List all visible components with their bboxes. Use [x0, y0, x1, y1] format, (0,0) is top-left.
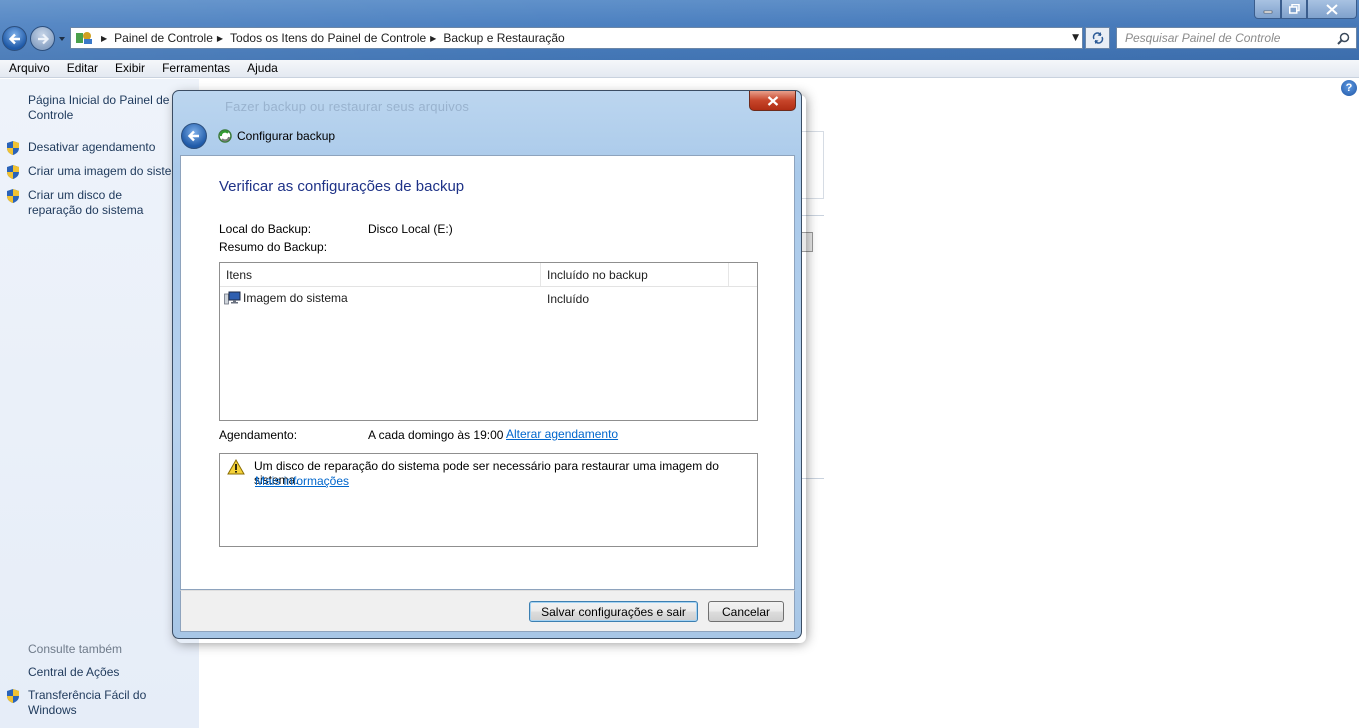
backup-location-value: Disco Local (E:)	[368, 222, 453, 236]
backup-location-label: Local do Backup:	[219, 222, 312, 236]
change-schedule-link[interactable]: Alterar agendamento	[506, 427, 618, 441]
backup-summary-label: Resumo do Backup:	[219, 240, 328, 254]
minimize-button[interactable]	[1254, 0, 1281, 19]
recent-pages-dropdown-icon[interactable]	[57, 34, 67, 44]
close-icon	[1326, 3, 1338, 15]
breadcrumb-arrow-icon[interactable]: ▶	[430, 34, 436, 43]
breadcrumb-arrow-icon[interactable]: ▶	[217, 34, 223, 43]
menu-tools[interactable]: Ferramentas	[153, 60, 238, 77]
sidebar-item-action-center[interactable]: Central de Ações	[28, 665, 198, 680]
search-box[interactable]	[1116, 27, 1357, 49]
refresh-icon	[1092, 32, 1103, 44]
breadcrumb-item[interactable]: Painel de Controle	[114, 31, 213, 45]
dialog-title: Configurar backup	[237, 129, 336, 143]
close-icon	[767, 95, 778, 106]
warning-icon	[227, 459, 245, 475]
warning-box: Um disco de reparação do sistema pode se…	[219, 453, 758, 547]
more-info-link[interactable]: Mais informações	[255, 474, 349, 488]
dialog-close-button[interactable]	[749, 91, 796, 111]
refresh-button[interactable]	[1085, 27, 1110, 49]
help-icon[interactable]: ?	[1341, 80, 1357, 96]
item-included-status: Incluído	[547, 292, 590, 306]
column-header-included[interactable]: Incluído no backup	[541, 263, 729, 286]
table-cell-item: Imagem do sistema	[224, 291, 348, 305]
shield-icon	[7, 141, 19, 155]
breadcrumb-item[interactable]: Todos os Itens do Painel de Controle	[230, 31, 426, 45]
dialog-back-button[interactable]	[181, 123, 207, 149]
backup-app-icon	[218, 129, 232, 143]
address-dropdown-icon[interactable]: ▼	[1072, 33, 1079, 43]
page-title: Verificar as configurações de backup	[219, 178, 465, 195]
window-title-bar: ▶ Painel de Controle ▶ Todos os Itens do…	[0, 0, 1359, 60]
cancel-button[interactable]: Cancelar	[708, 601, 784, 622]
forward-button[interactable]	[30, 26, 55, 51]
menu-file[interactable]: Arquivo	[0, 60, 58, 77]
menu-bar: Arquivo Editar Exibir Ferramentas Ajuda	[0, 60, 1359, 78]
save-and-exit-button[interactable]: Salvar configurações e sair	[529, 601, 698, 622]
sidebar: Página Inicial do Painel de Controle Des…	[0, 79, 199, 728]
background-page-heading: Fazer backup ou restaurar seus arquivos	[225, 99, 470, 114]
control-panel-icon	[76, 32, 92, 44]
menu-edit[interactable]: Editar	[58, 60, 106, 77]
schedule-value: A cada domingo às 19:00	[368, 428, 504, 442]
search-icon[interactable]	[1337, 32, 1350, 45]
table-header: Itens Incluído no backup	[220, 263, 757, 287]
search-input[interactable]	[1125, 31, 1330, 45]
breadcrumb-item[interactable]: Backup e Restauração	[443, 31, 564, 45]
dialog-footer: Salvar configurações e sair Cancelar	[180, 590, 795, 632]
back-button[interactable]	[2, 26, 27, 51]
forward-arrow-icon	[37, 33, 49, 44]
backup-items-table[interactable]: Itens Incluído no backup Imagem do siste…	[219, 262, 758, 421]
column-header-items[interactable]: Itens	[220, 263, 541, 286]
sidebar-item-easy-transfer[interactable]: Transferência Fácil do Windows	[28, 688, 158, 718]
schedule-label: Agendamento:	[219, 428, 298, 442]
table-row[interactable]: Imagem do sistema Incluído	[220, 288, 757, 308]
breadcrumb-arrow-icon: ▶	[101, 33, 108, 43]
minimize-icon	[1263, 10, 1272, 14]
menu-help[interactable]: Ajuda	[238, 60, 286, 77]
shield-icon	[7, 189, 19, 203]
item-name: Imagem do sistema	[243, 291, 348, 305]
sidebar-item-create-repair-disc[interactable]: Criar um disco de reparação do sistema	[28, 188, 178, 218]
column-header-empty	[729, 263, 757, 286]
dialog-content: Verificar as configurações de backup Loc…	[180, 155, 795, 590]
restore-button[interactable]	[1281, 0, 1307, 19]
shield-icon	[7, 689, 19, 703]
system-image-icon	[224, 291, 241, 305]
address-bar[interactable]: ▶ Painel de Controle ▶ Todos os Itens do…	[70, 27, 1083, 49]
restore-icon	[1288, 4, 1300, 14]
menu-view[interactable]: Exibir	[106, 60, 153, 77]
window-close-button[interactable]	[1307, 0, 1357, 19]
see-also-heading: Consulte também	[28, 642, 123, 656]
shield-icon	[7, 165, 19, 179]
configure-backup-dialog: Fazer backup ou restaurar seus arquivos …	[172, 90, 802, 639]
back-arrow-icon	[8, 33, 20, 44]
back-arrow-icon	[187, 130, 199, 142]
